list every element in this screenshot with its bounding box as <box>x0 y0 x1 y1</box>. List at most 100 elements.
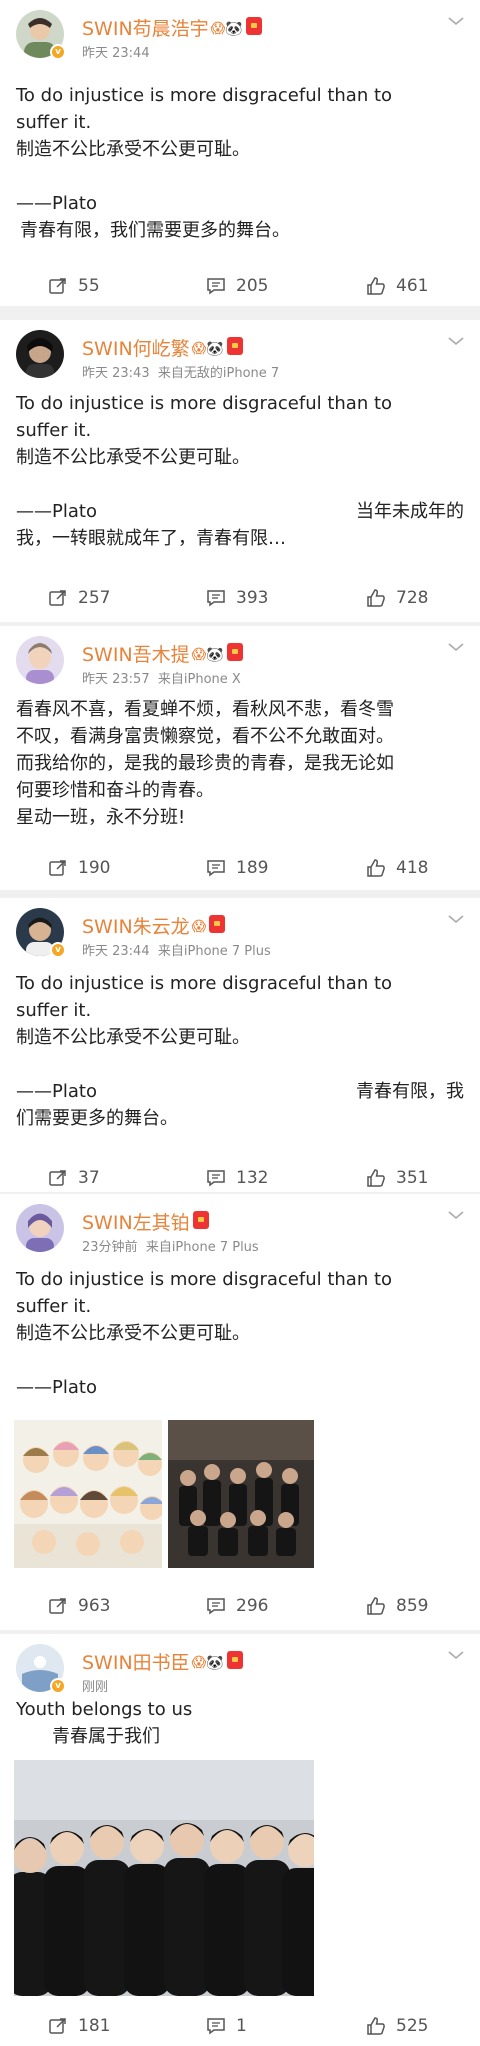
chevron-down-icon[interactable] <box>446 14 466 28</box>
comment-icon <box>207 590 225 607</box>
post-text: To do injustice is more disgraceful than… <box>16 970 464 1132</box>
text-line: suffer it. <box>16 1000 92 1021</box>
username[interactable]: SWIN朱云龙 😱 <box>82 912 226 939</box>
repost-button[interactable]: 181 <box>48 2006 110 2046</box>
like-button[interactable]: 728 <box>366 578 428 618</box>
red-badge-icon <box>192 1211 209 1229</box>
verified-badge: v <box>50 942 66 958</box>
comment-button[interactable]: 189 <box>206 848 268 888</box>
chevron-down-icon[interactable] <box>446 1648 466 1662</box>
repost-icon <box>49 860 66 876</box>
like-button[interactable]: 859 <box>366 1586 428 1626</box>
username[interactable]: SWIN吾木提 😱🐼 <box>82 640 243 667</box>
text-line: 制造不公比承受不公更可耻。 <box>16 447 250 468</box>
username[interactable]: SWIN左其铂 <box>82 1208 209 1235</box>
verified-badge: v <box>50 1678 66 1694</box>
repost-icon <box>49 278 66 294</box>
comment-count: 205 <box>236 276 269 296</box>
red-badge-icon <box>245 17 262 35</box>
post-goucheng: v SWIN苟晨浩宇 😱🐼 昨天 23:44 To do injustice is… <box>0 0 480 306</box>
text-line: suffer it. <box>16 112 92 133</box>
avatar[interactable] <box>16 636 64 684</box>
repost-icon <box>49 1170 66 1186</box>
action-bar: 181 1 525 <box>0 2006 480 2046</box>
text-line: ——Plato <box>16 1377 97 1398</box>
red-badge-icon <box>226 643 243 661</box>
comment-button[interactable]: 393 <box>206 578 268 618</box>
like-icon <box>367 1597 385 1615</box>
action-bar: 257 393 728 <box>0 578 480 618</box>
repost-count: 55 <box>78 276 100 296</box>
like-button[interactable]: 461 <box>366 266 428 306</box>
text-line: To do injustice is more disgraceful than… <box>16 85 393 106</box>
red-badge-icon <box>226 1651 243 1669</box>
post-image-group-portrait[interactable] <box>14 1760 314 1996</box>
post-zhuyunlong: v SWIN朱云龙 😱 昨天 23:44 来自iPhone 7 Plus To d… <box>0 898 480 1192</box>
username[interactable]: SWIN苟晨浩宇 😱🐼 <box>82 14 262 41</box>
chevron-down-icon[interactable] <box>446 912 466 926</box>
repost-button[interactable]: 963 <box>48 1586 110 1626</box>
text-line: 看春风不喜，看夏蝉不烦，看秋风不悲，看冬雪 <box>16 699 394 720</box>
text-line <box>16 1051 464 1078</box>
comment-icon <box>207 1598 225 1615</box>
text-line <box>16 471 464 498</box>
repost-count: 257 <box>78 588 111 608</box>
like-count: 525 <box>396 2016 429 2036</box>
post-meta: 23分钟前 来自iPhone 7 Plus <box>82 1240 259 1255</box>
text-line: ——Plato <box>16 193 97 214</box>
text-line: To do injustice is more disgraceful than… <box>16 973 393 994</box>
red-badge-icon <box>226 337 243 355</box>
action-bar: 190 189 418 <box>0 848 480 888</box>
comment-count: 296 <box>236 1596 269 1616</box>
repost-icon <box>49 2018 66 2034</box>
post-tianshuchen: v SWIN田书臣 😱🐼 刚刚 Youth belongs to us 青春属于我… <box>0 1634 480 2046</box>
weibo-feed: v SWIN苟晨浩宇 😱🐼 昨天 23:44 To do injustice is… <box>0 0 480 2046</box>
post-meta: 刚刚 <box>82 1680 109 1695</box>
comment-button[interactable]: 1 <box>206 2006 247 2046</box>
like-icon <box>367 1169 385 1187</box>
comment-icon <box>207 278 225 295</box>
comment-button[interactable]: 205 <box>206 266 268 306</box>
like-icon <box>367 2017 385 2035</box>
avatar[interactable] <box>16 1204 64 1252</box>
post-image-group-photo[interactable] <box>168 1420 314 1568</box>
avatar[interactable] <box>16 330 64 378</box>
post-meta: 昨天 23:44 <box>82 46 150 61</box>
repost-button[interactable]: 257 <box>48 578 110 618</box>
comment-button[interactable]: 296 <box>206 1586 268 1626</box>
post-text: To do injustice is more disgraceful than… <box>16 1266 464 1401</box>
red-badge-icon <box>209 915 226 933</box>
like-count: 351 <box>396 1168 429 1188</box>
text-line: 制造不公比承受不公更可耻。 <box>16 139 250 160</box>
like-button[interactable]: 418 <box>366 848 428 888</box>
text-line: 制造不公比承受不公更可耻。 <box>16 1027 250 1048</box>
repost-icon <box>49 1598 66 1614</box>
repost-button[interactable]: 190 <box>48 848 110 888</box>
username[interactable]: SWIN何屹繁 😱🐼 <box>82 334 243 361</box>
post-meta: 昨天 23:43 来自无敌的iPhone 7 <box>82 366 280 381</box>
post-text: Youth belongs to us 青春属于我们 <box>16 1696 464 1750</box>
chevron-down-icon[interactable] <box>446 1208 466 1222</box>
text-line: 青春属于我们 <box>52 1726 160 1747</box>
text-line: suffer it. <box>16 420 92 441</box>
action-bar: 55 205 461 <box>0 266 480 306</box>
username[interactable]: SWIN田书臣 😱🐼 <box>82 1648 243 1675</box>
divider <box>0 890 480 898</box>
text-line: 何要珍惜和奋斗的青春。 <box>16 780 214 801</box>
repost-count: 963 <box>78 1596 111 1616</box>
like-count: 461 <box>396 276 429 296</box>
chevron-down-icon[interactable] <box>446 334 466 348</box>
post-text: To do injustice is more disgraceful than… <box>16 82 464 244</box>
action-bar: 963 296 859 <box>0 1586 480 1626</box>
post-meta: 昨天 23:57 来自iPhone X <box>82 672 241 687</box>
post-image-cartoon[interactable] <box>14 1420 162 1568</box>
text-line: ——Plato 当年未成年的 <box>16 501 464 522</box>
text-line: 我，一转眼就成年了，青春有限… <box>16 528 286 549</box>
text-line: ——Plato 青春有限，我 <box>16 1081 464 1102</box>
comment-count: 132 <box>236 1168 269 1188</box>
post-heyifan: SWIN何屹繁 😱🐼 昨天 23:43 来自无敌的iPhone 7 To do i… <box>0 320 480 622</box>
repost-button[interactable]: 55 <box>48 266 100 306</box>
comment-count: 1 <box>236 2016 247 2036</box>
chevron-down-icon[interactable] <box>446 640 466 654</box>
like-button[interactable]: 525 <box>366 2006 428 2046</box>
